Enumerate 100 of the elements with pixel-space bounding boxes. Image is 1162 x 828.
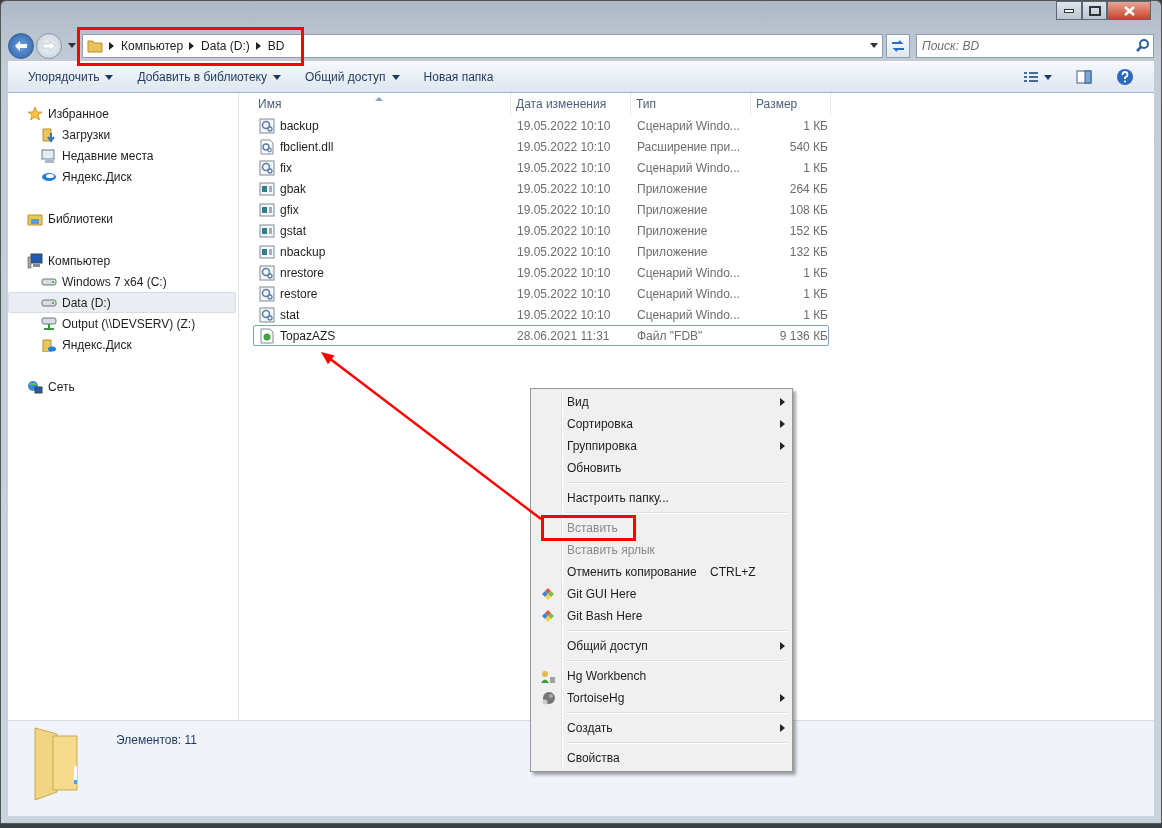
menu-label: Hg Workbench	[566, 668, 647, 685]
breadcrumb-arrow-icon	[255, 42, 262, 50]
menu-item[interactable]: Hg Workbench	[533, 665, 790, 687]
nav-item[interactable]: Яндекс.Диск	[8, 166, 236, 187]
column-header[interactable]: Размер	[751, 93, 831, 115]
help-icon	[1116, 68, 1134, 86]
menu-label: Группировка	[566, 438, 637, 455]
file-name[interactable]: restore	[254, 284, 512, 303]
breadcrumb-segment[interactable]: Data (D:)	[201, 37, 250, 55]
breadcrumb-arrow-icon	[189, 42, 196, 50]
search-field[interactable]: Поиск: BD	[916, 34, 1154, 58]
table-cell-text: 540 КБ	[788, 138, 829, 156]
table-cell-text: 19.05.2022 10:10	[516, 222, 612, 240]
nav-item[interactable]: Недавние места	[8, 145, 236, 166]
menu-item[interactable]: TortoiseHg	[533, 687, 790, 709]
table-cell-text: Сценарий Windo...	[636, 306, 741, 324]
breadcrumb-segment[interactable]: Компьютер	[121, 37, 184, 55]
table-cell-text: 28.06.2021 11:31	[516, 327, 611, 345]
cloud-disk-icon	[41, 172, 57, 181]
file-name[interactable]: gbak	[254, 179, 512, 198]
menu-item[interactable]: Общий доступ	[533, 635, 790, 657]
submenu-arrow-icon	[779, 694, 785, 702]
toolbar-button[interactable]: Добавить в библиотеку	[127, 65, 291, 89]
network-drive-icon	[41, 317, 57, 330]
nav-item[interactable]: Компьютер	[8, 250, 236, 271]
minimize-icon	[1064, 8, 1074, 13]
file-name[interactable]: TopazAZS	[254, 326, 512, 345]
table-cell-text: 1 КБ	[802, 117, 829, 135]
minimize-button[interactable]	[1056, 1, 1082, 20]
maximize-icon	[1088, 5, 1101, 16]
library-icon	[27, 211, 43, 226]
file-name[interactable]: stat	[254, 305, 512, 324]
menu-item[interactable]: Сортировка	[533, 413, 790, 435]
file-name[interactable]: backup	[254, 116, 512, 135]
submenu-arrow-icon	[779, 642, 785, 650]
nav-item[interactable]: Output (\\DEVSERV) (Z:)	[8, 313, 236, 334]
turtle-icon	[540, 691, 556, 705]
submenu-arrow-icon	[779, 420, 785, 428]
history-dropdown-icon	[68, 43, 76, 49]
refresh-button[interactable]	[886, 34, 910, 58]
dropdown-icon	[870, 43, 878, 49]
table-cell-text: 1 КБ	[802, 264, 829, 282]
menu-label: Сортировка	[566, 416, 633, 433]
breadcrumb-segment[interactable]: BD	[267, 37, 285, 55]
menu-item[interactable]: Группировка	[533, 435, 790, 457]
menu-item[interactable]: Git Bash Here	[533, 605, 790, 627]
submenu-arrow-icon	[779, 724, 785, 732]
menu-item[interactable]: Git GUI Here	[533, 583, 790, 605]
file-name[interactable]: nbackup	[254, 242, 512, 261]
column-header[interactable]: Тип	[631, 93, 751, 115]
nav-item[interactable]: Загрузки	[8, 124, 236, 145]
table-cell-text: 9 136 КБ	[778, 327, 829, 345]
focused-row[interactable]: TopazAZS 28.06.2021 11:31 Файл "FDB" 9 136 КБ	[253, 325, 829, 346]
maximize-button[interactable]	[1082, 1, 1107, 20]
table-cell-text: Сценарий Windo...	[636, 285, 741, 303]
back-button[interactable]	[8, 33, 34, 59]
file-name[interactable]: fix	[254, 158, 512, 177]
menu-label: Git Bash Here	[566, 608, 643, 625]
column-header[interactable]: Дата изменения	[511, 93, 631, 115]
nav-item[interactable]: Избранное	[8, 103, 236, 124]
nav-item[interactable]: Сеть	[8, 376, 236, 397]
table-cell-text: 19.05.2022 10:10	[516, 159, 612, 177]
menu-item[interactable]: Свойства	[533, 747, 790, 769]
file-name[interactable]: gfix	[254, 200, 512, 219]
database-file-icon	[259, 327, 275, 344]
search-icon	[1136, 39, 1149, 52]
table-cell-text: 19.05.2022 10:10	[516, 243, 612, 261]
forward-arrow-icon	[42, 40, 56, 52]
menu-item[interactable]: Создать	[533, 717, 790, 739]
nav-item[interactable]: Windows 7 x64 (C:)	[8, 271, 236, 292]
file-name[interactable]: fbclient.dll	[254, 137, 512, 156]
table-cell-text: Приложение	[636, 222, 709, 240]
menu-label: Git GUI Here	[566, 586, 637, 603]
menu-label: Вставить ярлык	[566, 542, 655, 559]
close-button[interactable]	[1107, 1, 1151, 20]
nav-item[interactable]: Data (D:)	[8, 292, 236, 313]
table-cell-text: 19.05.2022 10:10	[516, 138, 612, 156]
toolbar-button[interactable]: Общий доступ	[294, 65, 410, 89]
nav-item[interactable]: Библиотеки	[8, 208, 236, 229]
nav-item[interactable]: Яндекс.Диск	[8, 334, 236, 355]
drive-icon	[41, 298, 57, 307]
toolbar-button[interactable]: Упорядочить	[18, 65, 124, 89]
menu-item[interactable]: Обновить	[533, 457, 790, 479]
folder-large-icon	[34, 727, 78, 801]
script-file-icon	[259, 264, 275, 281]
diamond-icon	[542, 588, 554, 600]
menu-item[interactable]: Настроить папку...	[533, 487, 790, 509]
toolbar-button[interactable]: Новая папка	[413, 65, 504, 89]
menu-item[interactable]: Отменить копирование CTRL+Z	[533, 561, 790, 583]
network-icon	[27, 379, 43, 394]
table-cell-text: 1 КБ	[802, 285, 829, 303]
table-cell-text: 19.05.2022 10:10	[516, 306, 612, 324]
menu-item[interactable]: Вид	[533, 391, 790, 413]
breadcrumb-arrow-icon	[109, 42, 115, 50]
forward-button[interactable]	[36, 33, 62, 59]
file-name[interactable]: nrestore	[254, 263, 512, 282]
address-field[interactable]: Компьютер Data (D:) BD	[82, 34, 883, 58]
file-name[interactable]: gstat	[254, 221, 512, 240]
submenu-arrow-icon	[779, 398, 785, 406]
folder-icon	[87, 39, 103, 53]
